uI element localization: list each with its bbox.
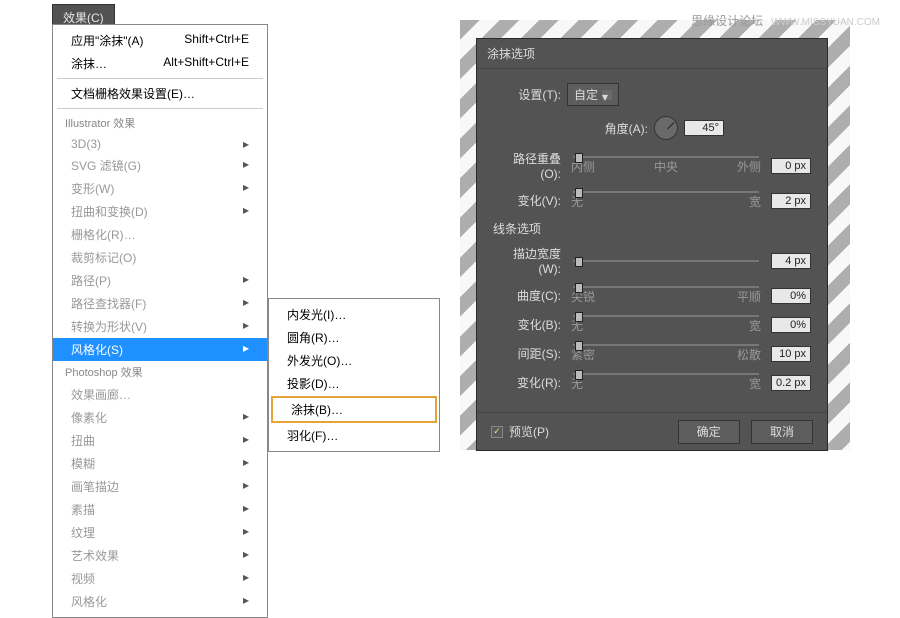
submenu-feather[interactable]: 羽化(F)… [269,424,439,447]
menu-3d[interactable]: 3D(3)▸ [53,134,267,154]
submenu-innerglow[interactable]: 内发光(I)… [269,303,439,326]
separator [57,108,263,109]
menu-cropmarks[interactable]: 裁剪标记(O) [53,246,267,269]
preview-checkbox[interactable]: ✓预览(P) [491,423,549,440]
menu-brush[interactable]: 画笔描边▸ [53,475,267,498]
chevron-right-icon: ▸ [243,593,249,610]
chevron-right-icon: ▸ [243,524,249,541]
settings-label: 设置(T): [493,86,561,103]
spacing-value[interactable]: 10 px [771,346,811,362]
variation1-label: 变化(V): [493,192,561,209]
stroke-label: 描边宽度(W): [493,245,561,276]
menu-rasterize[interactable]: 栅格化(R)… [53,223,267,246]
menu-docgrid[interactable]: 文档栅格效果设置(E)… [53,82,267,105]
cancel-button[interactable]: 取消 [751,420,813,444]
chevron-right-icon: ▸ [243,318,249,335]
separator [57,78,263,79]
menu-stylize[interactable]: 风格化(S)▸ [53,338,267,361]
menu-blur[interactable]: 模糊▸ [53,452,267,475]
dialog-title: 涂抹选项 [477,39,827,69]
angle-label: 角度(A): [580,120,648,137]
curve-slider[interactable] [573,286,759,288]
variation3-slider[interactable] [573,373,759,375]
menu-texture[interactable]: 纹理▸ [53,521,267,544]
chevron-right-icon: ▸ [243,432,249,449]
menu-stylize2[interactable]: 风格化▸ [53,590,267,613]
variation1-slider[interactable] [573,191,759,193]
chevron-right-icon: ▸ [243,137,249,151]
variation1-value[interactable]: 2 px [771,193,811,209]
ok-button[interactable]: 确定 [678,420,740,444]
menu-svg[interactable]: SVG 滤镜(G)▸ [53,154,267,177]
settings-select[interactable]: 自定▾ [567,83,619,106]
overlap-label: 路径重叠(O): [493,150,561,181]
stroke-value[interactable]: 4 px [771,253,811,269]
watermark-url: WWW.MISSYUAN.COM [771,17,880,28]
effects-dropdown: 应用"涂抹"(A)Shift+Ctrl+E 涂抹…Alt+Shift+Ctrl+… [52,24,268,618]
menu-apply[interactable]: 应用"涂抹"(A)Shift+Ctrl+E [53,29,267,52]
curve-value[interactable]: 0% [771,288,811,304]
stylize-submenu: 内发光(I)… 圆角(R)… 外发光(O)… 投影(D)… 涂抹(B)… 羽化(… [268,298,440,452]
spacing-slider[interactable] [573,344,759,346]
chevron-right-icon: ▸ [243,295,249,312]
menu-video[interactable]: 视频▸ [53,567,267,590]
check-icon: ✓ [491,426,503,438]
chevron-right-icon: ▸ [243,341,249,358]
chevron-down-icon: ▾ [602,90,612,100]
highlight-box: 涂抹(B)… [271,396,437,423]
chevron-right-icon: ▸ [243,203,249,220]
variation2-value[interactable]: 0% [771,317,811,333]
submenu-shadow[interactable]: 投影(D)… [269,372,439,395]
chevron-right-icon: ▸ [243,180,249,197]
variation3-value[interactable]: 0.2 px [771,375,811,391]
spacing-label: 间距(S): [493,345,561,362]
angle-value[interactable]: 45° [684,120,724,136]
menu-pixelate[interactable]: 像素化▸ [53,406,267,429]
menu-artistic[interactable]: 艺术效果▸ [53,544,267,567]
menu-distort[interactable]: 扭曲和变换(D)▸ [53,200,267,223]
menu-twist[interactable]: 扭曲▸ [53,429,267,452]
watermark-text: 思缘设计论坛 [691,14,763,28]
chevron-right-icon: ▸ [243,157,249,174]
menu-sketch[interactable]: 素描▸ [53,498,267,521]
chevron-right-icon: ▸ [243,501,249,518]
variation2-slider[interactable] [573,315,759,317]
overlap-slider[interactable] [573,156,759,158]
chevron-right-icon: ▸ [243,409,249,426]
chevron-right-icon: ▸ [243,570,249,587]
variation3-label: 变化(R): [493,374,561,391]
menu-pathfinder[interactable]: 路径查找器(F)▸ [53,292,267,315]
overlap-value[interactable]: 0 px [771,158,811,174]
scribble-options-dialog: 涂抹选项 设置(T): 自定▾ 角度(A): 45° 路径重叠(O): 内侧中央… [476,38,828,451]
section-photoshop: Photoshop 效果 [53,361,267,383]
submenu-outerglow[interactable]: 外发光(O)… [269,349,439,372]
menu-gallery[interactable]: 效果画廊… [53,383,267,406]
submenu-round[interactable]: 圆角(R)… [269,326,439,349]
stroke-slider[interactable] [573,260,759,262]
chevron-right-icon: ▸ [243,547,249,564]
menu-smudge[interactable]: 涂抹…Alt+Shift+Ctrl+E [53,52,267,75]
submenu-scribble[interactable]: 涂抹(B)… [273,398,435,421]
chevron-right-icon: ▸ [243,455,249,472]
menu-convert[interactable]: 转换为形状(V)▸ [53,315,267,338]
menu-warp[interactable]: 变形(W)▸ [53,177,267,200]
chevron-right-icon: ▸ [243,478,249,495]
angle-dial[interactable] [654,116,678,140]
chevron-right-icon: ▸ [243,272,249,289]
line-options-label: 线条选项 [493,220,811,237]
section-illustrator: Illustrator 效果 [53,112,267,134]
curve-label: 曲度(C): [493,287,561,304]
variation2-label: 变化(B): [493,316,561,333]
menu-path[interactable]: 路径(P)▸ [53,269,267,292]
